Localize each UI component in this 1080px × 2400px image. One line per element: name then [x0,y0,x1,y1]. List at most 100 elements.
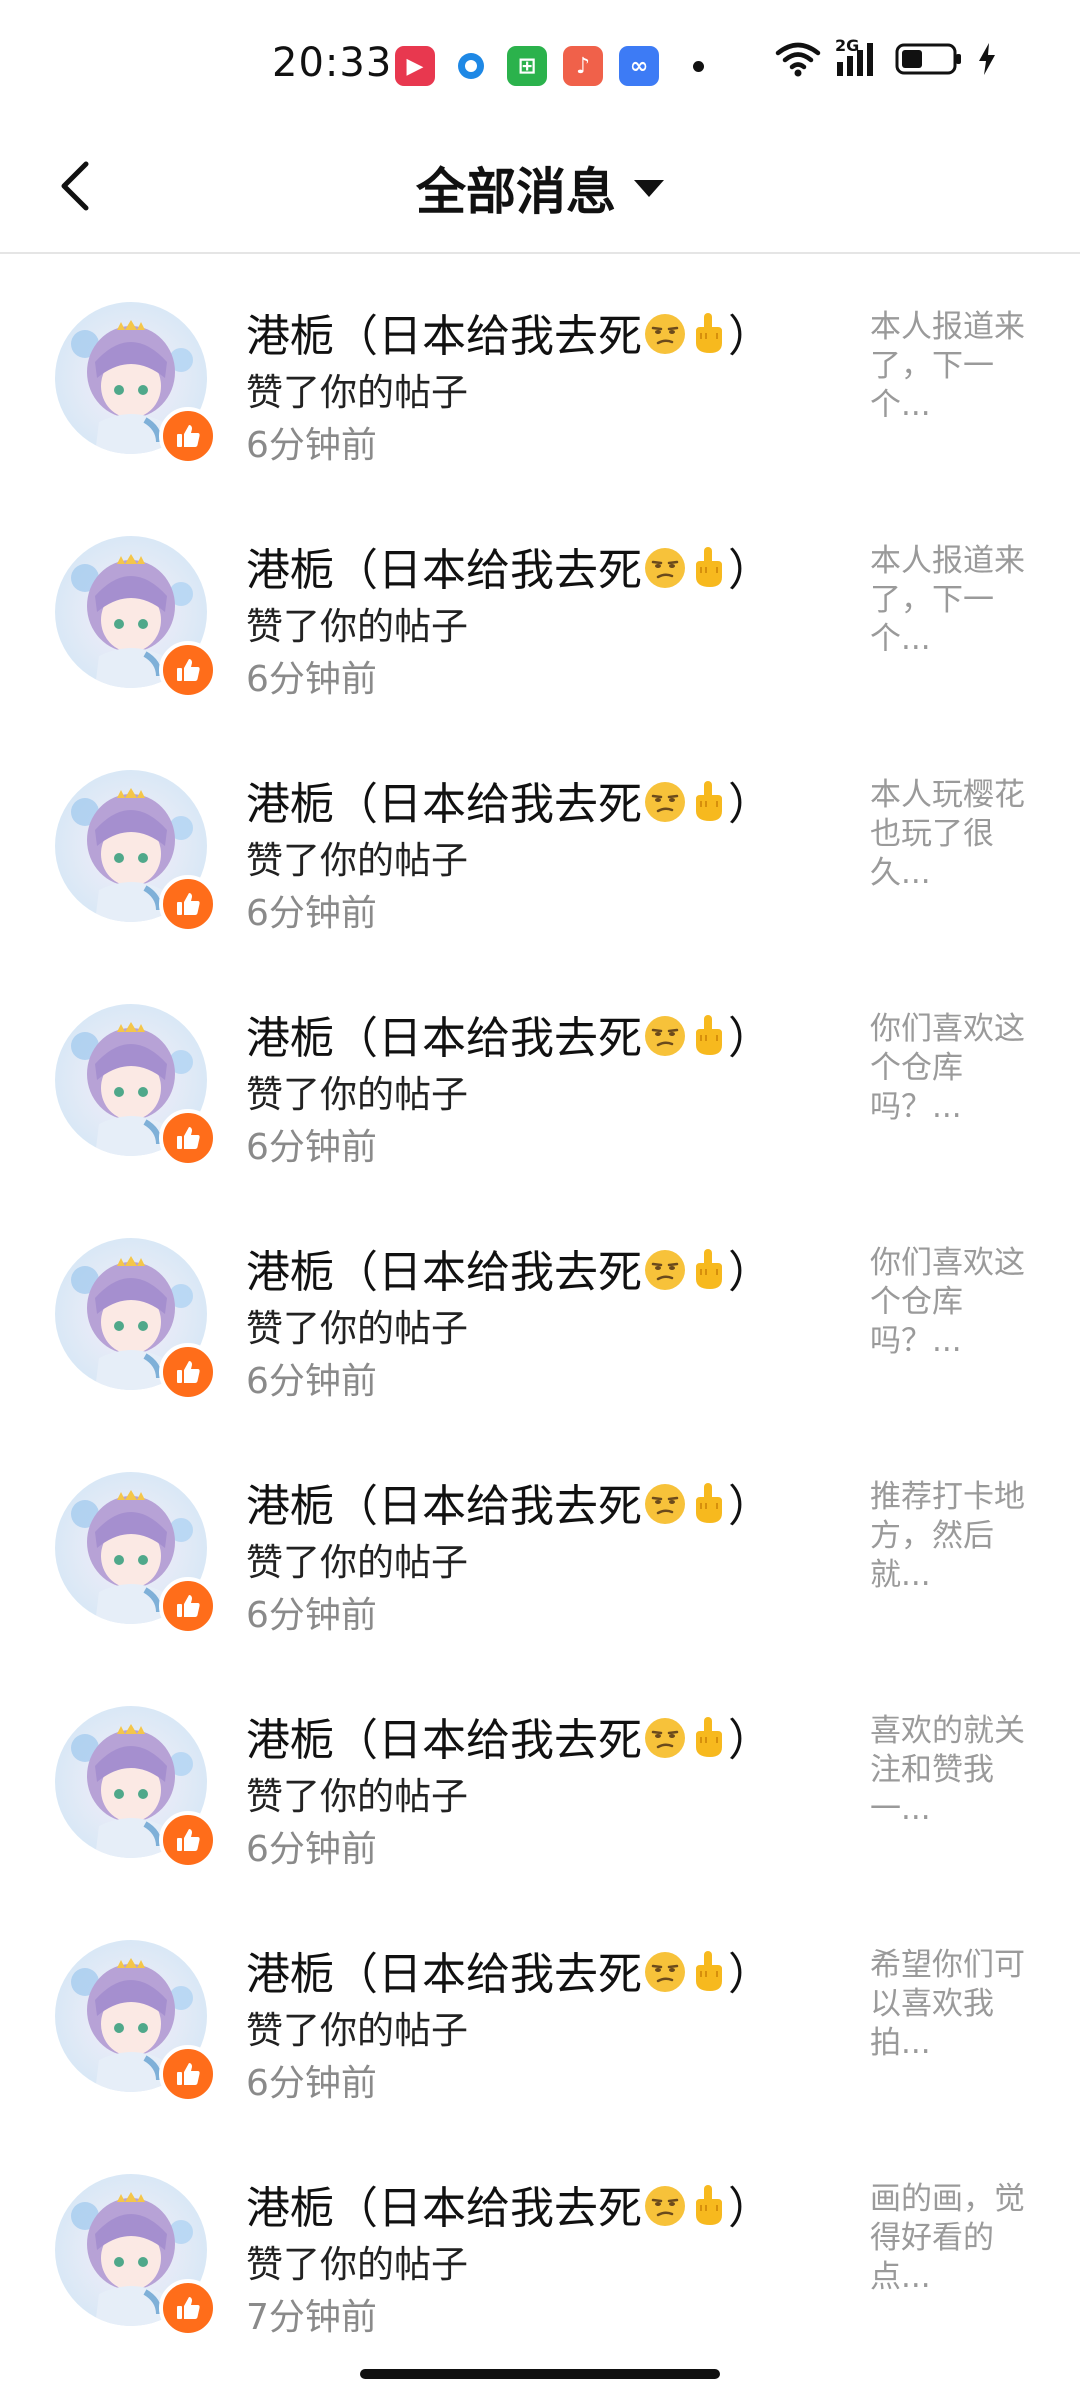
notification-item[interactable]: 港栀（日本给我去死 ） 赞了你的帖子 7分钟前 画的画，觉得好看的点... [0,2126,1080,2360]
battery-icon [895,43,961,75]
avatar-container[interactable] [55,536,217,699]
home-indicator[interactable] [360,2369,720,2379]
more-notifications-dot [693,60,704,72]
notification-item[interactable]: 港栀（日本给我去死 ） 赞了你的帖子 6分钟前 本人报道来了，下一个... [0,254,1080,488]
notification-action-text: 赞了你的帖子 [246,1541,468,1584]
username[interactable]: 港栀（日本给我去死 ） [246,1002,772,1070]
like-badge [159,2045,217,2103]
username-suffix: ） [728,1247,772,1298]
avatar-container[interactable] [55,2174,217,2337]
notification-app-icons: ▶ ⊞ ♪ ∞ [395,46,704,86]
unamused-face-icon [642,1715,688,1772]
avatar-container[interactable] [55,1238,217,1401]
username[interactable]: 港栀（日本给我去死 ） [246,768,772,836]
timestamp: 6分钟前 [246,1361,377,1402]
avatar-container[interactable] [55,1706,217,1869]
wifi-icon [775,42,821,77]
username-suffix: ） [728,1481,772,1532]
timestamp: 6分钟前 [246,1829,377,1870]
video-app-icon: ▶ [395,46,435,86]
hand-gesture-icon [688,545,728,602]
notification-item[interactable]: 港栀（日本给我去死 ） 赞了你的帖子 6分钟前 你们喜欢这个仓库吗？... [0,956,1080,1190]
thumbs-up-icon [177,1595,200,1617]
username-suffix: ） [728,1715,772,1766]
thumbs-up-icon [177,1127,200,1149]
notification-item[interactable]: 港栀（日本给我去死 ） 赞了你的帖子 6分钟前 本人报道来了，下一个... [0,488,1080,722]
timestamp: 6分钟前 [246,1595,377,1636]
timestamp: 6分钟前 [246,425,377,466]
thumbs-up-icon [177,425,200,447]
hand-gesture-icon [688,1013,728,1070]
username[interactable]: 港栀（日本给我去死 ） [246,1236,772,1304]
status-time: 20:33 [272,40,393,86]
username-suffix: ） [728,311,772,362]
username-suffix: ） [728,779,772,830]
timestamp: 6分钟前 [246,1127,377,1168]
timestamp: 7分钟前 [246,2297,377,2338]
top-nav-bar: 全部消息 [0,120,1080,254]
username[interactable]: 港栀（日本给我去死 ） [246,1938,772,2006]
notification-list: 港栀（日本给我去死 ） 赞了你的帖子 6分钟前 本人报道来了，下一个... 港栀（… [0,254,1080,2360]
avatar-container[interactable] [55,1004,217,1167]
avatar-container[interactable] [55,770,217,933]
username-text: 港栀（日本给我去死 [246,1715,642,1766]
notification-action-text: 赞了你的帖子 [246,1775,468,1818]
unamused-face-icon [642,1949,688,2006]
unamused-face-icon [642,1247,688,1304]
post-preview-text[interactable]: 本人报道来了，下一个... [870,542,1040,659]
notification-item[interactable]: 港栀（日本给我去死 ） 赞了你的帖子 6分钟前 希望你们可以喜欢我拍... [0,1892,1080,2126]
username[interactable]: 港栀（日本给我去死 ） [246,534,772,602]
timestamp: 6分钟前 [246,659,377,700]
post-preview-text[interactable]: 推荐打卡地方，然后就... [870,1478,1040,1595]
unamused-face-icon [642,1013,688,1070]
hand-gesture-icon [688,311,728,368]
username[interactable]: 港栀（日本给我去死 ） [246,300,772,368]
notification-item[interactable]: 港栀（日本给我去死 ） 赞了你的帖子 6分钟前 喜欢的就关注和赞我一... [0,1658,1080,1892]
unamused-face-icon [642,311,688,368]
post-preview-text[interactable]: 本人报道来了，下一个... [870,308,1040,425]
message-filter-dropdown[interactable]: 全部消息 [0,152,1080,224]
avatar-container[interactable] [55,302,217,465]
notification-action-text: 赞了你的帖子 [246,605,468,648]
username-text: 港栀（日本给我去死 [246,1481,642,1532]
thumbs-up-icon [177,2297,200,2319]
avatar-container[interactable] [55,1472,217,1635]
timestamp: 6分钟前 [246,893,377,934]
hand-gesture-icon [688,1949,728,2006]
post-preview-text[interactable]: 希望你们可以喜欢我拍... [870,1946,1040,2063]
post-preview-text[interactable]: 喜欢的就关注和赞我一... [870,1712,1040,1829]
avatar-container[interactable] [55,1940,217,2103]
thumbs-up-icon [177,1361,200,1383]
notification-action-text: 赞了你的帖子 [246,371,468,414]
post-preview-text[interactable]: 画的画，觉得好看的点... [870,2180,1040,2297]
hand-gesture-icon [688,1481,728,1538]
username[interactable]: 港栀（日本给我去死 ） [246,2172,772,2240]
system-indicators: 2G [775,36,997,78]
username-suffix: ） [728,545,772,596]
username[interactable]: 港栀（日本给我去死 ） [246,1470,772,1538]
thumbs-up-icon [177,1829,200,1851]
notification-item[interactable]: 港栀（日本给我去死 ） 赞了你的帖子 6分钟前 本人玩樱花也玩了很久... [0,722,1080,956]
notification-action-text: 赞了你的帖子 [246,1307,468,1350]
notification-action-text: 赞了你的帖子 [246,2243,468,2286]
unamused-face-icon [642,2183,688,2240]
timestamp: 6分钟前 [246,2063,377,2104]
like-badge [159,2279,217,2337]
hand-gesture-icon [688,1715,728,1772]
like-badge [159,407,217,465]
username-text: 港栀（日本给我去死 [246,1013,642,1064]
cellular-signal-icon: 2G [835,36,881,78]
post-preview-text[interactable]: 本人玩樱花也玩了很久... [870,776,1040,893]
hand-gesture-icon [688,779,728,836]
thumbs-up-icon [177,893,200,915]
caret-down-icon [634,179,664,197]
page-title: 全部消息 [416,163,616,221]
username-text: 港栀（日本给我去死 [246,2183,642,2234]
notification-item[interactable]: 港栀（日本给我去死 ） 赞了你的帖子 6分钟前 你们喜欢这个仓库吗？... [0,1190,1080,1424]
notification-action-text: 赞了你的帖子 [246,1073,468,1116]
notification-item[interactable]: 港栀（日本给我去死 ） 赞了你的帖子 6分钟前 推荐打卡地方，然后就... [0,1424,1080,1658]
post-preview-text[interactable]: 你们喜欢这个仓库吗？... [870,1244,1040,1361]
notification-action-text: 赞了你的帖子 [246,839,468,882]
post-preview-text[interactable]: 你们喜欢这个仓库吗？... [870,1010,1040,1127]
username[interactable]: 港栀（日本给我去死 ） [246,1704,772,1772]
